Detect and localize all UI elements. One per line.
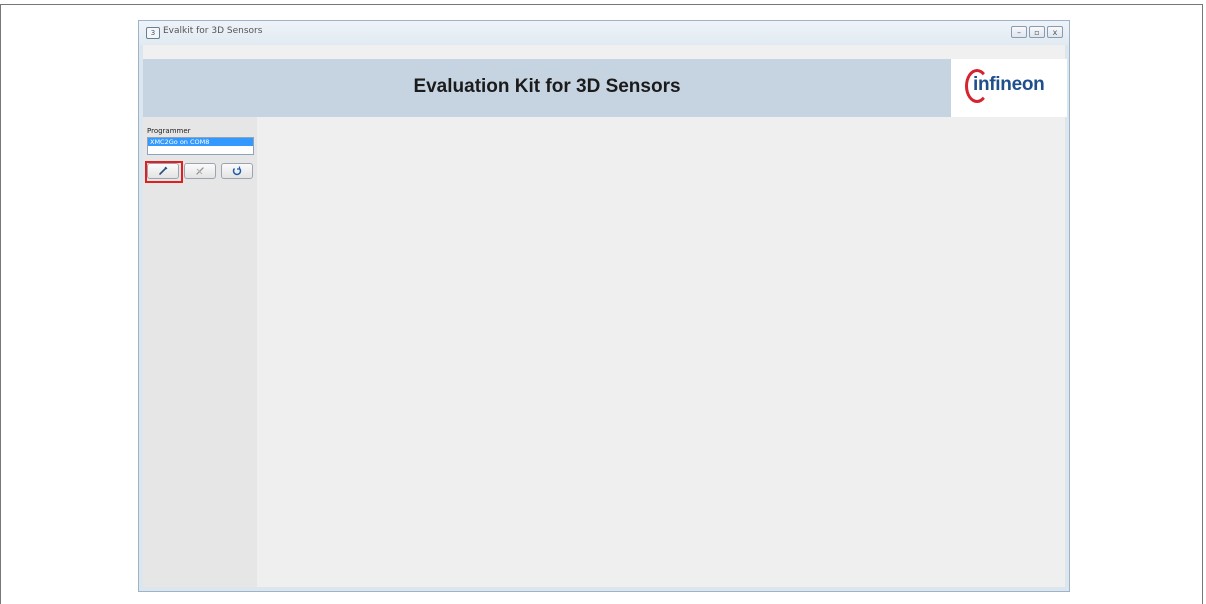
window-controls: – ▫ x xyxy=(1011,26,1063,38)
disconnect-plug-icon xyxy=(196,167,204,175)
client-area: Evaluation Kit for 3D Sensors infineon P… xyxy=(143,45,1067,587)
infineon-logo: infineon xyxy=(951,59,1067,117)
programmer-toolbar xyxy=(145,161,253,183)
connect-button[interactable] xyxy=(145,161,183,183)
header-banner: Evaluation Kit for 3D Sensors xyxy=(143,59,951,117)
page-title: Evaluation Kit for 3D Sensors xyxy=(413,76,681,97)
minimize-button[interactable]: – xyxy=(1011,26,1027,38)
maximize-button[interactable]: ▫ xyxy=(1029,26,1045,38)
logo-text: infineon xyxy=(973,74,1045,95)
app-window: 3 Evalkit for 3D Sensors – ▫ x Evaluatio… xyxy=(138,20,1070,592)
disconnect-button[interactable] xyxy=(184,163,216,179)
left-panel: Programmer XMC2Go on COM8 xyxy=(143,117,257,587)
refresh-button[interactable] xyxy=(221,163,253,179)
window-title: Evalkit for 3D Sensors xyxy=(163,26,263,36)
programmer-label: Programmer xyxy=(147,127,191,135)
main-content-area xyxy=(257,117,1065,587)
programmer-list[interactable]: XMC2Go on COM8 xyxy=(147,137,254,155)
close-button[interactable]: x xyxy=(1047,26,1063,38)
programmer-list-item[interactable]: XMC2Go on COM8 xyxy=(148,138,253,146)
app-icon: 3 xyxy=(146,27,160,39)
title-bar[interactable]: 3 Evalkit for 3D Sensors – ▫ x xyxy=(139,21,1069,45)
refresh-icon xyxy=(232,166,242,176)
highlight-box xyxy=(145,161,183,183)
